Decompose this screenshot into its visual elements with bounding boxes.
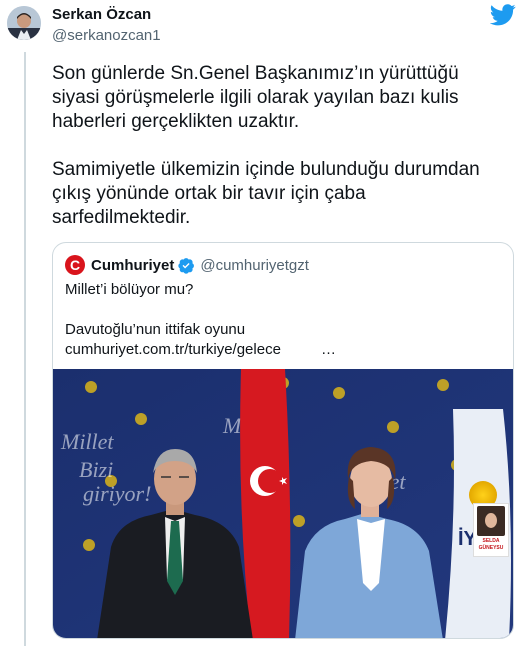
tweet-paragraph-1: Son günlerde Sn.Genel Başkanımız’ın yürü… [52, 63, 459, 132]
columnist-name: SELDA GÜNEYSU [478, 538, 504, 551]
tweet-text: Son günlerde Sn.Genel Başkanımız’ın yürü… [52, 62, 512, 230]
svg-text:Bizi: Bizi [79, 457, 113, 482]
quoted-author-handle[interactable]: @cumhuriyetgzt [200, 257, 309, 274]
quoted-photo[interactable]: Millet Bizi giriyor! Millet Millet İYİ [53, 369, 513, 638]
verified-badge-icon [178, 257, 195, 274]
twitter-bird-icon[interactable] [490, 4, 516, 26]
avatar[interactable] [7, 6, 41, 40]
columnist-portrait [477, 506, 505, 536]
quoted-tweet-card[interactable]: C Cumhuriyet @cumhuriyetgzt Millet’i böl… [52, 242, 514, 639]
author-handle[interactable]: @serkanozcan1 [52, 27, 161, 44]
quoted-author-name[interactable]: Cumhuriyet [91, 257, 174, 274]
columnist-photo-badge: SELDA GÜNEYSU [473, 503, 509, 557]
svg-text:giriyor!: giriyor! [83, 481, 151, 506]
quoted-tweet-header: C Cumhuriyet @cumhuriyetgzt [65, 255, 309, 275]
quoted-link-ellipsis: … [321, 341, 336, 358]
tweet[interactable]: Serkan Özcan @serkanozcan1 Son günlerde … [0, 0, 526, 646]
svg-text:Millet: Millet [60, 429, 114, 454]
cumhuriyet-logo-letter: C [69, 257, 81, 273]
quoted-text-line-1: Millet’i bölüyor mu? [65, 281, 194, 298]
cumhuriyet-avatar[interactable]: C [65, 255, 85, 275]
thread-line [24, 52, 26, 646]
author-name[interactable]: Serkan Özcan [52, 6, 151, 23]
quoted-link[interactable]: cumhuriyet.com.tr/turkiye/gelece [65, 341, 281, 358]
quoted-text-line-2: Davutoğlu’nun ittifak oyunu [65, 321, 246, 338]
tweet-paragraph-2: Samimiyetle ülkemizin içinde bulunduğu d… [52, 159, 480, 228]
